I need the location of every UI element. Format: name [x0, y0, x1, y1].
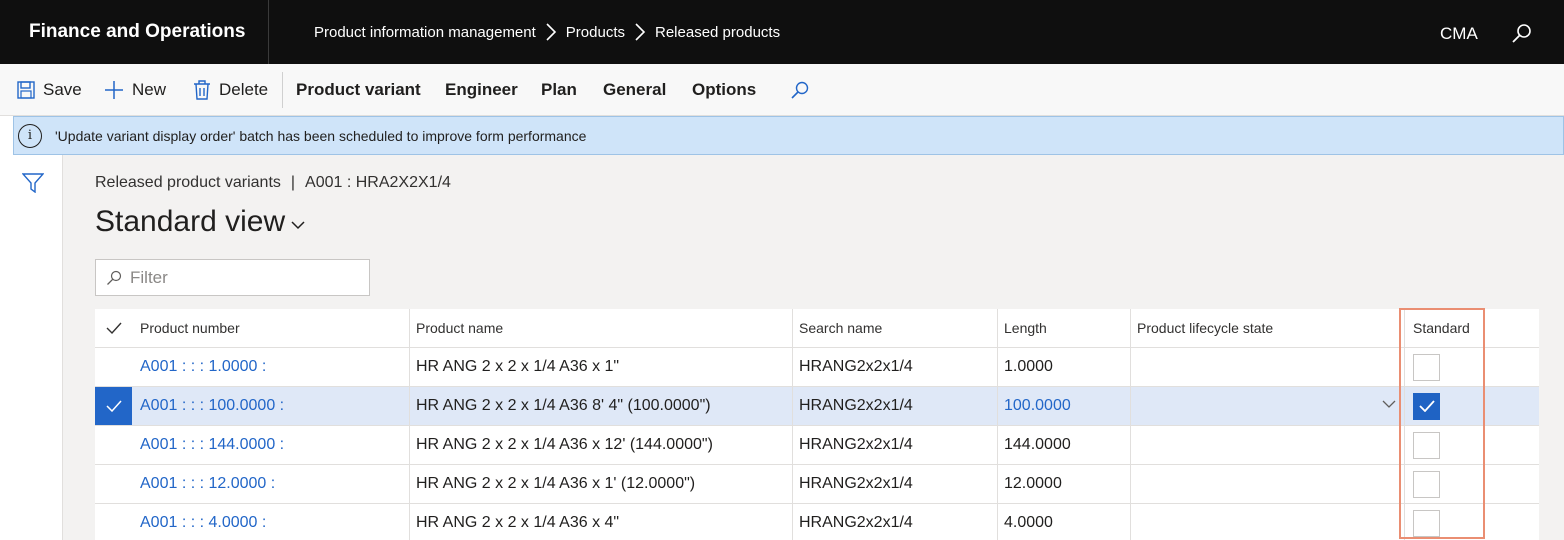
- product-name-cell[interactable]: HR ANG 2 x 2 x 1/4 A36 x 12' (144.0000"): [410, 426, 713, 464]
- grid-header-row: Product number Product name Search name …: [95, 309, 1539, 348]
- filter-pane-rail: [0, 155, 63, 540]
- row-selector[interactable]: [95, 426, 132, 464]
- search-name-cell[interactable]: HRANG2x2x1/4: [793, 426, 913, 464]
- view-selector[interactable]: Standard view: [95, 205, 305, 239]
- filter-icon[interactable]: [21, 173, 45, 198]
- select-all-checkmark[interactable]: [95, 309, 132, 347]
- lifecycle-cell[interactable]: [1131, 348, 1137, 386]
- save-button[interactable]: Save: [17, 64, 82, 116]
- lifecycle-cell[interactable]: [1131, 465, 1137, 503]
- standard-column-highlight: [1399, 308, 1485, 539]
- length-cell[interactable]: 4.0000: [998, 504, 1053, 540]
- search-name-cell[interactable]: HRANG2x2x1/4: [793, 465, 913, 503]
- top-nav-bar: Finance and Operations Product informati…: [0, 0, 1564, 64]
- variants-grid: Product number Product name Search name …: [95, 309, 1539, 540]
- checkmark-icon: [106, 322, 122, 334]
- length-cell[interactable]: 12.0000: [998, 465, 1062, 503]
- checkmark-icon: [105, 400, 122, 412]
- column-header-search-name[interactable]: Search name: [793, 309, 882, 347]
- product-number-link[interactable]: A001 : : : 1.0000 :: [134, 348, 266, 386]
- search-name-cell[interactable]: HRANG2x2x1/4: [793, 504, 913, 540]
- trash-icon: [193, 80, 211, 100]
- action-search-icon[interactable]: [790, 64, 810, 116]
- table-row[interactable]: A001 : : : 4.0000 : HR ANG 2 x 2 x 1/4 A…: [95, 504, 1539, 540]
- chevron-right-icon: [625, 23, 655, 41]
- length-cell[interactable]: 144.0000: [998, 426, 1071, 464]
- caption-form-name: Released product variants: [95, 174, 281, 191]
- action-divider: [282, 72, 283, 108]
- breadcrumb-item-product-information-management[interactable]: Product information management: [314, 24, 536, 41]
- product-name-cell[interactable]: HR ANG 2 x 2 x 1/4 A36 8' 4" (100.0000"): [410, 387, 711, 425]
- chevron-down-icon[interactable]: [1382, 400, 1396, 409]
- product-name-cell[interactable]: HR ANG 2 x 2 x 1/4 A36 x 1": [410, 348, 619, 386]
- tab-engineer[interactable]: Engineer: [445, 64, 518, 116]
- lifecycle-dropdown[interactable]: [1131, 387, 1137, 425]
- lifecycle-cell[interactable]: [1131, 426, 1137, 464]
- breadcrumb: Product information management Products …: [314, 0, 780, 64]
- save-icon: [17, 81, 35, 99]
- row-selector[interactable]: [95, 504, 132, 540]
- save-label: Save: [43, 80, 82, 99]
- action-pane: Save New Delete Product variant Engineer…: [0, 64, 1564, 116]
- tab-plan[interactable]: Plan: [541, 64, 577, 116]
- delete-button[interactable]: Delete: [193, 64, 268, 116]
- row-selector[interactable]: [95, 387, 132, 425]
- table-row[interactable]: A001 : : : 12.0000 : HR ANG 2 x 2 x 1/4 …: [95, 465, 1539, 504]
- product-number-link[interactable]: A001 : : : 144.0000 :: [134, 426, 284, 464]
- search-icon[interactable]: [1510, 22, 1534, 46]
- new-button[interactable]: New: [104, 64, 166, 116]
- filter-input[interactable]: Filter: [95, 259, 370, 296]
- info-icon: i: [18, 123, 42, 148]
- new-label: New: [132, 80, 167, 99]
- lifecycle-cell[interactable]: [1131, 504, 1137, 540]
- search-name-cell[interactable]: HRANG2x2x1/4: [793, 387, 913, 425]
- row-selector[interactable]: [95, 348, 132, 386]
- caption-separator: |: [290, 174, 296, 191]
- product-name-cell[interactable]: HR ANG 2 x 2 x 1/4 A36 x 4": [410, 504, 619, 540]
- company-picker[interactable]: CMA: [1440, 24, 1478, 44]
- column-header-product-number[interactable]: Product number: [134, 309, 240, 347]
- chevron-right-icon: [536, 23, 566, 41]
- search-name-cell[interactable]: HRANG2x2x1/4: [793, 348, 913, 386]
- message-bar: i 'Update variant display order' batch h…: [13, 116, 1564, 155]
- length-cell[interactable]: 1.0000: [998, 348, 1053, 386]
- column-header-lifecycle-state[interactable]: Product lifecycle state: [1131, 309, 1273, 347]
- plus-icon: [104, 80, 124, 100]
- table-row[interactable]: A001 : : : 100.0000 : HR ANG 2 x 2 x 1/4…: [95, 387, 1539, 426]
- breadcrumb-item-released-products[interactable]: Released products: [655, 24, 780, 41]
- table-row[interactable]: A001 : : : 1.0000 : HR ANG 2 x 2 x 1/4 A…: [95, 348, 1539, 387]
- tab-options[interactable]: Options: [692, 64, 756, 116]
- search-icon: [107, 270, 122, 285]
- filter-placeholder: Filter: [130, 267, 168, 287]
- breadcrumb-item-products[interactable]: Products: [566, 24, 625, 41]
- product-number-link[interactable]: A001 : : : 4.0000 :: [134, 504, 266, 540]
- column-header-product-name[interactable]: Product name: [410, 309, 503, 347]
- tab-general[interactable]: General: [603, 64, 666, 116]
- row-selector[interactable]: [95, 465, 132, 503]
- caption-record: A001 : HRA2X2X1/4: [305, 174, 451, 191]
- table-row[interactable]: A001 : : : 144.0000 : HR ANG 2 x 2 x 1/4…: [95, 426, 1539, 465]
- view-name: Standard view: [95, 205, 286, 238]
- length-cell[interactable]: 100.0000: [998, 387, 1071, 425]
- product-number-link[interactable]: A001 : : : 100.0000 :: [134, 387, 284, 425]
- page-caption: Released product variants | A001 : HRA2X2X…: [95, 174, 451, 192]
- delete-label: Delete: [219, 80, 269, 99]
- chevron-down-icon: [291, 221, 305, 230]
- product-name-cell[interactable]: HR ANG 2 x 2 x 1/4 A36 x 1' (12.0000"): [410, 465, 695, 503]
- tab-product-variant[interactable]: Product variant: [296, 64, 421, 116]
- column-header-length[interactable]: Length: [998, 309, 1047, 347]
- product-number-link[interactable]: A001 : : : 12.0000 :: [134, 465, 275, 503]
- message-text: 'Update variant display order' batch has…: [55, 127, 587, 144]
- app-title[interactable]: Finance and Operations: [0, 0, 269, 64]
